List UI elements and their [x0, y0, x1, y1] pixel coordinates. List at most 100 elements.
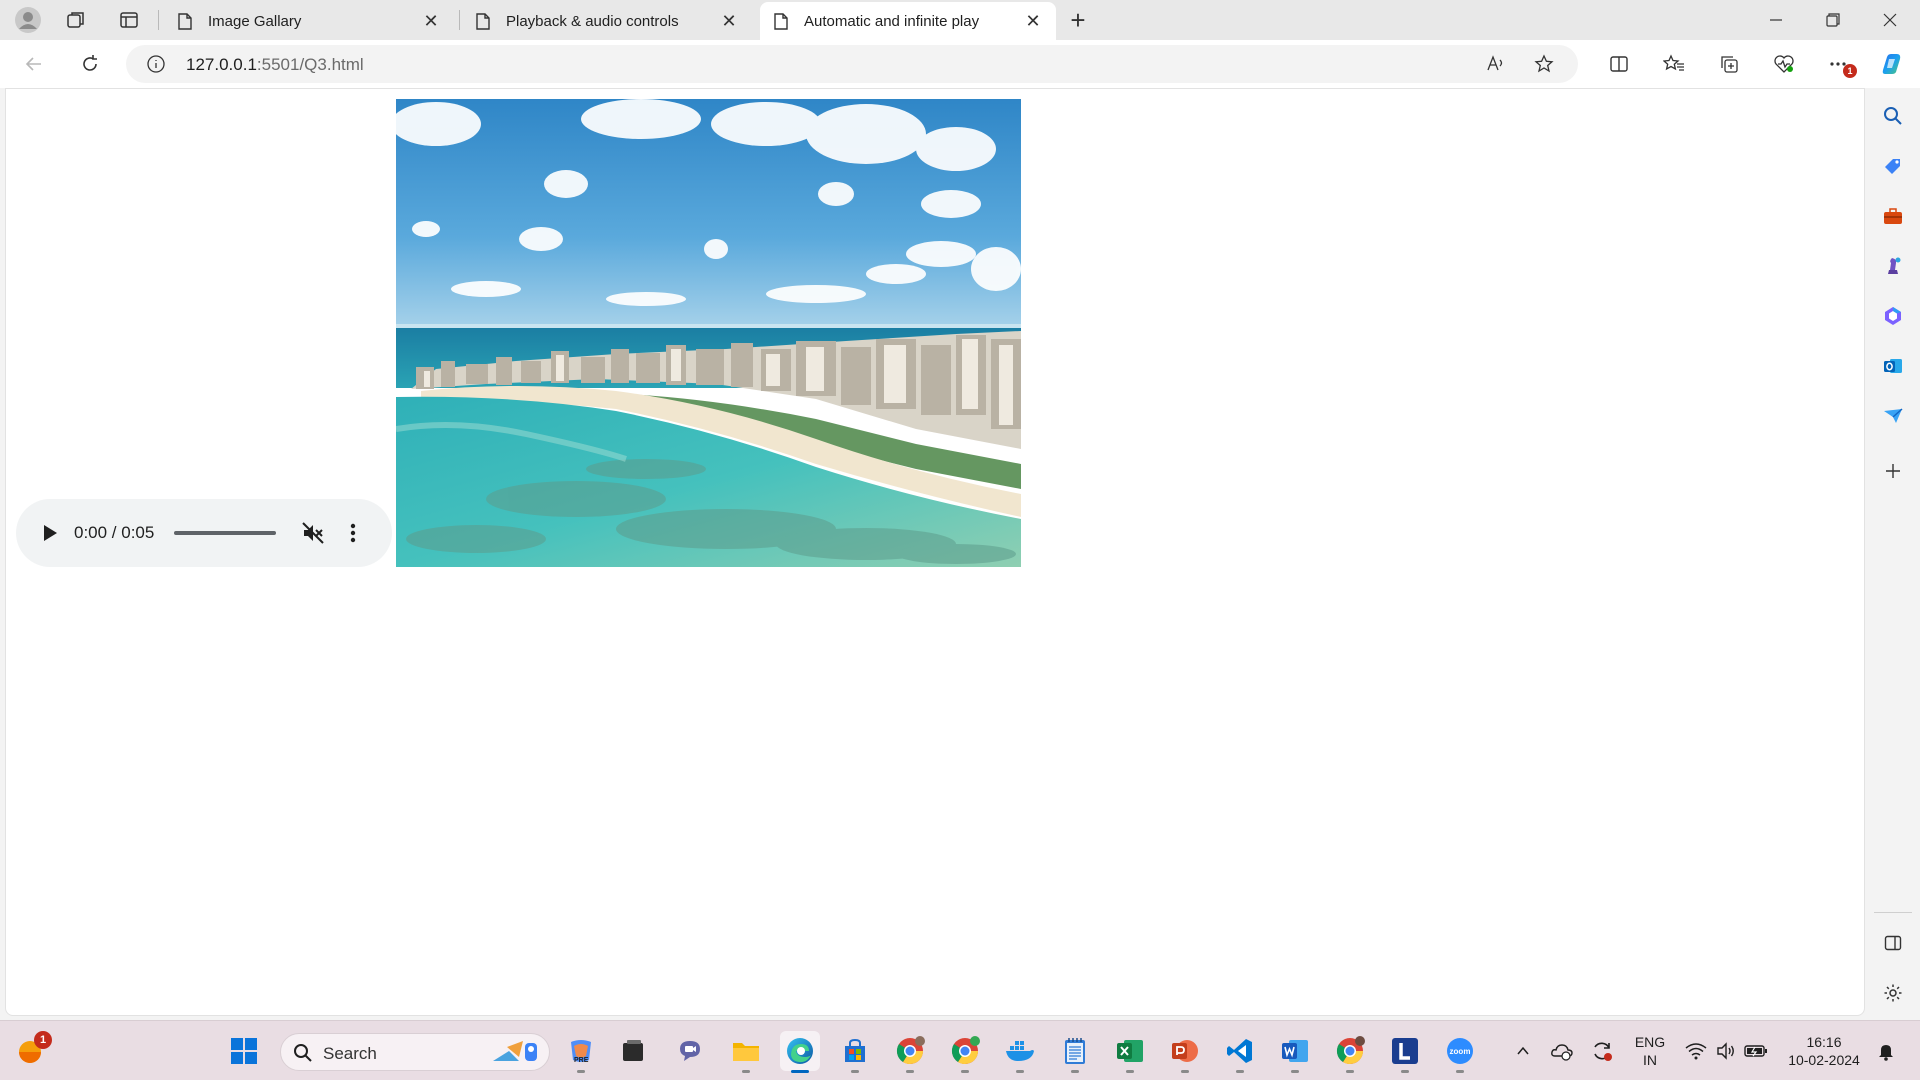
- edge-browser-icon[interactable]: [780, 1031, 820, 1073]
- muted-speaker-icon[interactable]: [300, 520, 326, 546]
- audio-time: 0:00 / 0:05: [74, 523, 155, 542]
- zoom-icon[interactable]: zoom: [1440, 1031, 1480, 1073]
- search-placeholder: Search: [323, 1044, 377, 1063]
- search-icon[interactable]: [1878, 101, 1908, 131]
- add-sidebar-app-icon[interactable]: [1878, 456, 1908, 486]
- collections-icon[interactable]: [1711, 46, 1747, 82]
- address-toolbar: 127.0.0.1:5501/Q3.html 1: [0, 40, 1920, 88]
- running-indicator: [1181, 1070, 1189, 1073]
- profile-icon[interactable]: [10, 4, 46, 36]
- shopping-tag-icon[interactable]: [1878, 151, 1908, 181]
- games-chess-icon[interactable]: [1878, 251, 1908, 281]
- microsoft-store-icon[interactable]: [835, 1031, 875, 1073]
- language-line1: ENG: [1634, 1034, 1666, 1050]
- chrome-profile-3-icon[interactable]: [1330, 1031, 1370, 1073]
- chrome-profile-2-icon[interactable]: [945, 1031, 985, 1073]
- favorite-star-icon[interactable]: [1534, 54, 1554, 79]
- copilot-icon[interactable]: [1874, 46, 1910, 82]
- task-view-icon[interactable]: [613, 1031, 653, 1071]
- page-icon: [772, 12, 790, 30]
- excel-icon[interactable]: [1110, 1031, 1150, 1073]
- notification-bell-icon[interactable]: [1866, 1031, 1906, 1071]
- running-indicator: [791, 1070, 809, 1073]
- address-bar[interactable]: 127.0.0.1:5501/Q3.html: [126, 45, 1578, 83]
- running-indicator: [1346, 1070, 1354, 1073]
- running-indicator: [577, 1070, 585, 1073]
- tools-briefcase-icon[interactable]: [1878, 201, 1908, 231]
- powerpoint-icon[interactable]: [1165, 1031, 1205, 1073]
- sidebar-divider: [1874, 912, 1912, 913]
- minimize-button[interactable]: [1748, 0, 1804, 40]
- page-viewport: 0:00 / 0:05: [5, 88, 1865, 1016]
- show-hidden-icons-chevron-icon[interactable]: [1503, 1031, 1543, 1071]
- tab-actions-icon[interactable]: [111, 4, 147, 36]
- hide-sidebar-icon[interactable]: [1878, 928, 1908, 958]
- copilot-pre-icon[interactable]: PRE: [561, 1031, 601, 1073]
- more-options-icon[interactable]: [348, 520, 358, 546]
- new-tab-button[interactable]: +: [1060, 4, 1096, 36]
- running-indicator: [1071, 1070, 1079, 1073]
- url-text[interactable]: 127.0.0.1:5501/Q3.html: [186, 55, 364, 75]
- chrome-profile-1-icon[interactable]: [890, 1031, 930, 1073]
- clock-time: 16:16: [1806, 1034, 1842, 1050]
- read-aloud-icon[interactable]: [1486, 54, 1506, 79]
- tab-image-gallary[interactable]: Image Gallary ✕: [164, 2, 454, 40]
- sidebar-settings-gear-icon[interactable]: [1878, 978, 1908, 1008]
- close-icon[interactable]: ✕: [1022, 10, 1044, 32]
- update-sync-icon[interactable]: [1582, 1031, 1622, 1071]
- search-highlight-icon: [489, 1037, 543, 1072]
- split-screen-icon[interactable]: [1601, 46, 1637, 82]
- docker-icon[interactable]: [1000, 1031, 1040, 1073]
- battery-icon[interactable]: [1736, 1031, 1776, 1071]
- file-explorer-icon[interactable]: [726, 1031, 766, 1073]
- tab-title: Automatic and infinite play: [804, 12, 980, 30]
- back-button[interactable]: [16, 46, 52, 82]
- play-icon[interactable]: [38, 521, 62, 545]
- settings-more-icon[interactable]: 1: [1821, 46, 1857, 82]
- language-indicator[interactable]: ENG IN: [1628, 1033, 1672, 1069]
- onedrive-sync-icon[interactable]: [1542, 1031, 1582, 1071]
- audio-seek-slider[interactable]: [174, 531, 277, 535]
- send-drop-icon[interactable]: [1878, 401, 1908, 431]
- workspaces-icon[interactable]: [58, 4, 94, 36]
- windows-taskbar: 1 Search PRE zoom ENG IN 16:16 10-02-202…: [0, 1020, 1920, 1080]
- site-info-icon[interactable]: [146, 54, 166, 79]
- running-indicator: [1016, 1070, 1024, 1073]
- audio-player[interactable]: 0:00 / 0:05: [16, 499, 392, 567]
- beach-city-aerial-photo: [396, 99, 1021, 567]
- running-indicator: [961, 1070, 969, 1073]
- vscode-icon[interactable]: [1220, 1031, 1260, 1073]
- refresh-button[interactable]: [72, 46, 108, 82]
- teams-chat-icon[interactable]: [670, 1031, 710, 1071]
- notification-badge: 1: [1843, 64, 1857, 78]
- tab-strip: Image Gallary ✕ Playback & audio control…: [0, 0, 1920, 40]
- close-window-button[interactable]: [1862, 0, 1918, 40]
- running-indicator: [906, 1070, 914, 1073]
- edge-sidebar: [1866, 88, 1920, 1016]
- running-indicator: [851, 1070, 859, 1073]
- weather-widget-icon[interactable]: 1: [10, 1031, 52, 1071]
- tab-playback-audio-controls[interactable]: Playback & audio controls ✕: [462, 2, 752, 40]
- svg-text:zoom: zoom: [1450, 1047, 1471, 1056]
- clock-date: 10-02-2024: [1788, 1052, 1860, 1068]
- running-indicator: [742, 1070, 750, 1073]
- l-app-icon[interactable]: [1385, 1031, 1425, 1073]
- windows-start-icon[interactable]: [224, 1031, 264, 1071]
- running-indicator: [1291, 1070, 1299, 1073]
- notepad-icon[interactable]: [1055, 1031, 1095, 1073]
- favorites-icon[interactable]: [1656, 46, 1692, 82]
- outlook-icon[interactable]: [1878, 351, 1908, 381]
- search-icon: [293, 1043, 313, 1068]
- running-indicator: [1456, 1070, 1464, 1073]
- word-icon[interactable]: [1275, 1031, 1315, 1073]
- restore-button[interactable]: [1805, 0, 1861, 40]
- browser-essentials-icon[interactable]: [1766, 46, 1802, 82]
- tab-automatic-infinite-play[interactable]: Automatic and infinite play ✕: [760, 2, 1056, 40]
- system-clock[interactable]: 16:16 10-02-2024: [1782, 1033, 1866, 1069]
- microsoft-365-icon[interactable]: [1878, 301, 1908, 331]
- taskbar-search-box[interactable]: Search: [280, 1033, 550, 1071]
- close-icon[interactable]: ✕: [420, 10, 442, 32]
- page-icon: [474, 12, 492, 30]
- running-indicator: [1401, 1070, 1409, 1073]
- close-icon[interactable]: ✕: [718, 10, 740, 32]
